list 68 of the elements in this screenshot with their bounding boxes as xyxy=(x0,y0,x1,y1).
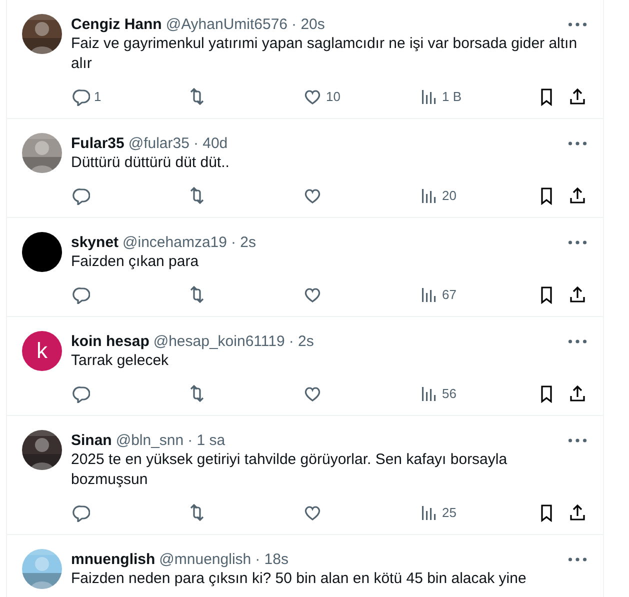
user-handle[interactable]: @AyhanUmit6576 xyxy=(166,16,288,32)
user-handle[interactable]: @incehamza19 xyxy=(122,234,227,250)
post-text: Tarrak gelecek xyxy=(71,351,170,371)
avatar[interactable]: k xyxy=(22,331,62,371)
more-button[interactable] xyxy=(568,240,587,244)
reply-button[interactable]: 1 xyxy=(71,86,187,106)
post-time[interactable]: · 1 sa xyxy=(188,432,226,448)
views-button[interactable]: 56 xyxy=(419,384,535,402)
more-button[interactable] xyxy=(568,22,587,26)
reply-icon xyxy=(71,502,90,522)
more-icon xyxy=(568,22,587,26)
views-button[interactable]: 1 B xyxy=(419,86,535,106)
user-name[interactable]: Fular35 xyxy=(71,134,124,152)
count: 1 B xyxy=(442,88,462,104)
views-button[interactable]: 67 xyxy=(419,284,535,304)
more-icon xyxy=(568,438,587,442)
more-icon xyxy=(568,240,587,244)
count: 1 xyxy=(94,88,102,104)
post-time[interactable]: · 2s xyxy=(288,332,314,350)
reply-icon xyxy=(71,86,90,106)
post-time[interactable]: · 18s xyxy=(255,550,288,568)
avatar[interactable] xyxy=(22,232,62,272)
user-name[interactable]: skynet xyxy=(71,234,119,250)
user-handle[interactable]: @hesap_koin61119 xyxy=(153,332,285,350)
post-text: 2025 te en yüksek getiriyi tahvilde görüyorlar. Sen kafayı borsayla bozmuşsun xyxy=(71,450,508,490)
share-button[interactable] xyxy=(568,284,587,304)
count: 20 xyxy=(442,188,456,202)
user-name[interactable]: koin hesap xyxy=(71,332,150,350)
reply-icon xyxy=(71,186,90,204)
post-text: Faiz ve gayrimenkul yatırımi yapan saglamcıdır ne işi var borsada gider altın alır xyxy=(71,34,578,74)
user-name[interactable]: Cengiz Hann xyxy=(71,16,162,32)
user-name[interactable]: Sinan xyxy=(71,432,112,448)
more-button[interactable] xyxy=(568,338,587,344)
count: 25 xyxy=(442,504,456,520)
more-button[interactable] xyxy=(568,556,587,562)
post-text: Faizden çıkan para xyxy=(71,252,200,272)
more-icon xyxy=(568,140,587,146)
count: 56 xyxy=(442,386,456,400)
user-handle[interactable]: @mnuenglish xyxy=(159,550,252,568)
user-handle[interactable]: @bln_snn xyxy=(116,432,184,448)
share-button[interactable] xyxy=(568,86,587,106)
user-handle[interactable]: @fular35 xyxy=(128,134,190,152)
more-icon xyxy=(568,556,587,562)
share-icon xyxy=(568,86,587,106)
post-time[interactable]: · 40d xyxy=(193,134,228,152)
share-icon xyxy=(568,502,587,522)
share-icon xyxy=(568,284,587,304)
share-button[interactable] xyxy=(568,186,587,204)
avatar-letter: k xyxy=(36,338,48,364)
count: 67 xyxy=(442,286,456,302)
share-icon xyxy=(568,384,587,402)
share-button[interactable] xyxy=(568,502,587,522)
views-button[interactable]: 25 xyxy=(419,502,535,522)
post-time[interactable]: · 20s xyxy=(292,16,325,32)
share-icon xyxy=(568,186,587,204)
post-text: Düttürü düttürü düt düt.. xyxy=(71,153,230,173)
more-button[interactable] xyxy=(568,140,587,146)
post-text: Faizden neden para çıksın ki? 50 bin alan en kötü 45 bin alacak yine xyxy=(71,569,528,589)
more-icon xyxy=(568,338,587,344)
views-button[interactable]: 20 xyxy=(419,186,535,204)
like-button[interactable]: 10 xyxy=(303,86,419,106)
count: 10 xyxy=(326,88,340,104)
reply-icon xyxy=(71,384,90,402)
user-name[interactable]: mnuenglish xyxy=(71,550,156,568)
share-button[interactable] xyxy=(568,384,587,402)
reply-icon xyxy=(71,284,90,304)
more-button[interactable] xyxy=(568,438,587,442)
post-time[interactable]: · 2s xyxy=(230,234,256,250)
